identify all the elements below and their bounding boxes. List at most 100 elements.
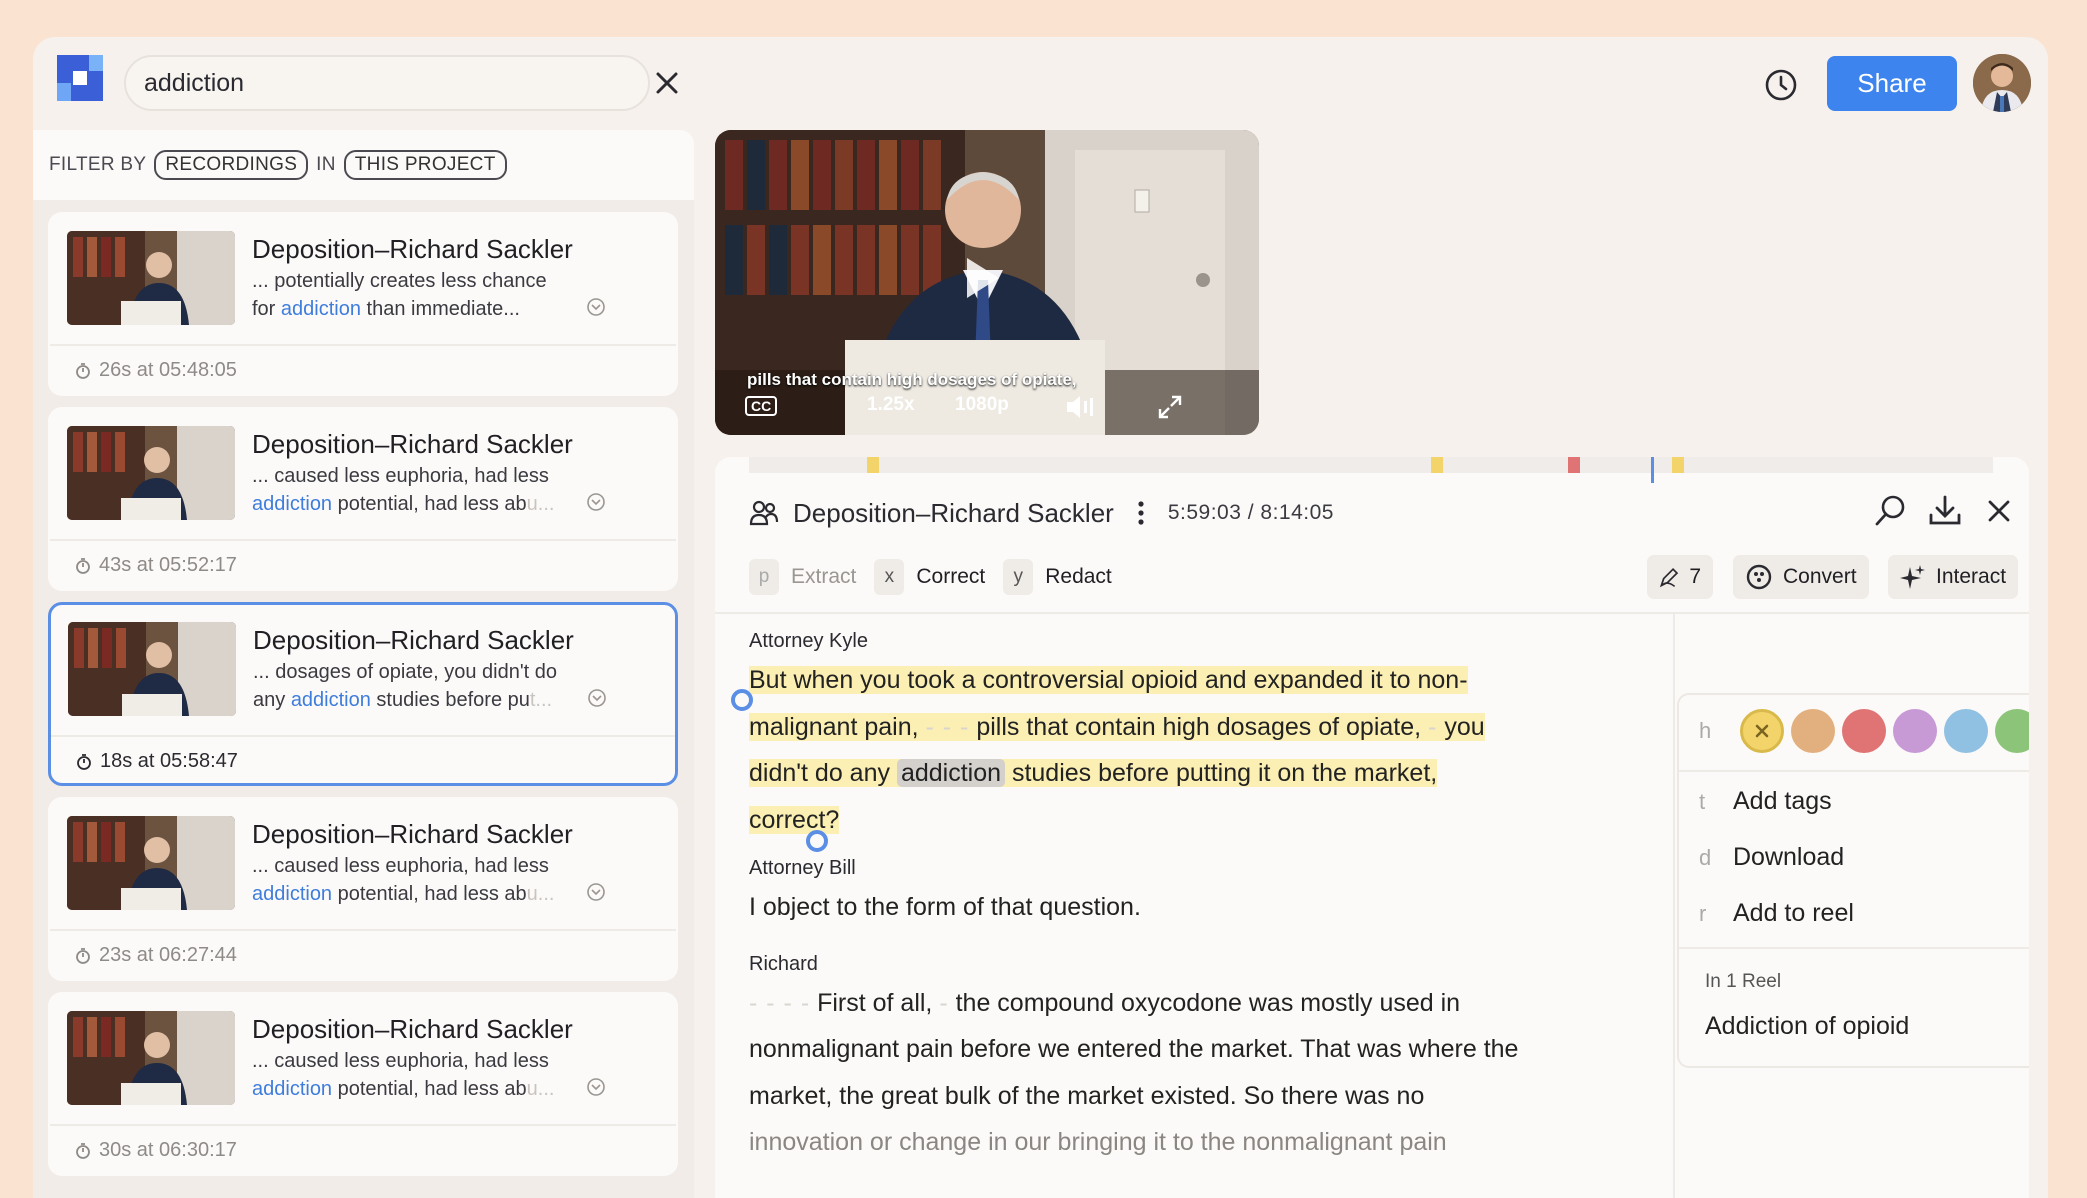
color-swatch[interactable]	[1842, 709, 1886, 753]
pen-icon	[1659, 567, 1679, 588]
convert-label: Convert	[1783, 565, 1857, 588]
captions-button[interactable]: CC	[745, 396, 778, 416]
transcript-body[interactable]: Attorney Kyle But when you took a contro…	[749, 620, 1609, 1166]
snippet-fade: u...	[526, 1078, 555, 1100]
fullscreen-icon[interactable]	[1157, 394, 1183, 420]
transcript-toolbar: p Extract x Correct y Redact	[749, 557, 1112, 597]
divider	[1679, 947, 2029, 949]
close-icon[interactable]	[1981, 493, 2017, 529]
expand-chevron-icon[interactable]	[586, 297, 606, 317]
playback-speed-button[interactable]: 1.25x	[867, 394, 915, 416]
result-title: Deposition–Richard Sackler	[252, 819, 573, 849]
download-menu-item[interactable]: d Download	[1699, 843, 1844, 872]
result-card-selected[interactable]: Deposition–Richard Sackler ... dosages o…	[48, 602, 678, 786]
color-swatch[interactable]	[1791, 709, 1835, 753]
selection-start-handle[interactable]	[731, 689, 753, 711]
filter-label: FILTER BY	[49, 154, 147, 175]
filler-marker: - - - -	[749, 988, 811, 1017]
result-title: Deposition–Richard Sackler	[253, 625, 574, 655]
highlight-color-picker: h	[1699, 709, 2029, 753]
timeline-mark[interactable]	[1430, 457, 1443, 473]
divider	[50, 539, 676, 541]
result-time: 30s at 06:30:17	[75, 1139, 237, 1162]
timeline-mark[interactable]	[1672, 457, 1685, 473]
snippet-line-match: any addiction studies before put...	[253, 686, 573, 714]
result-snippet: ... potentially creates less chance for …	[252, 267, 572, 323]
timeline-mark[interactable]	[1567, 457, 1580, 473]
expand-chevron-icon[interactable]	[586, 1077, 606, 1097]
stopwatch-icon	[76, 1142, 90, 1159]
reel-link[interactable]: Addiction of opioid	[1705, 1012, 1909, 1041]
snippet-line: ... dosages of opiate, you didn't do	[253, 661, 558, 683]
video-thumbnail	[67, 816, 235, 910]
reel-caption: In 1 Reel	[1705, 971, 1782, 992]
speaker-name: Attorney Kyle	[749, 630, 868, 652]
video-player[interactable]: pills that contain high dosages of opiat…	[715, 130, 1259, 435]
add-tags-menu-item[interactable]: t Add tags	[1699, 787, 1832, 816]
transcript-paragraph[interactable]: I object to the form of that question.	[749, 884, 1609, 931]
add-to-reel-menu-item[interactable]: r Add to reel	[1699, 899, 1854, 928]
result-card[interactable]: Deposition–Richard Sackler ... caused le…	[48, 992, 678, 1176]
search-icon[interactable]	[1873, 493, 1909, 529]
text-segment: malignant pain,	[749, 712, 926, 741]
text-segment: the compound oxycodone was mostly used i…	[948, 988, 1461, 1017]
snippet-line: ... caused less euphoria, had less	[252, 855, 549, 877]
result-time-text: 26s at 05:48:05	[99, 359, 237, 381]
timeline-mark[interactable]	[867, 457, 880, 473]
expand-chevron-icon[interactable]	[587, 688, 607, 708]
menu-item-label: Download	[1733, 843, 1845, 871]
more-options-icon[interactable]	[1136, 500, 1146, 526]
result-time-text: 30s at 06:30:17	[99, 1139, 237, 1161]
expand-chevron-icon[interactable]	[586, 882, 606, 902]
snippet-fade: u...	[526, 493, 555, 515]
result-card[interactable]: Deposition–Richard Sackler ... potential…	[48, 212, 678, 396]
clock-icon[interactable]	[1763, 67, 1799, 103]
correct-tool[interactable]: x Correct	[874, 559, 985, 595]
convert-button[interactable]: Convert	[1733, 555, 1869, 599]
app-window: addiction Share FILTER BY RECORDINGS IN …	[33, 37, 2048, 1198]
color-swatch-clear[interactable]	[1740, 709, 1784, 753]
playhead[interactable]	[1651, 457, 1654, 483]
video-subtitle: pills that contain high dosages of opiat…	[747, 370, 1077, 389]
snippet-post: than immediate	[360, 298, 504, 320]
search-match: addiction	[896, 759, 1006, 787]
interact-button[interactable]: Interact	[1888, 555, 2019, 599]
transcript-paragraph-selected[interactable]: But when you took a controversial opioid…	[749, 657, 1609, 843]
transcript-header: Deposition–Richard Sackler 5:59:03 / 8:1…	[749, 493, 1334, 533]
volume-icon[interactable]	[1065, 394, 1095, 420]
menu-item-label: Add tags	[1733, 787, 1832, 815]
transcript-timeline[interactable]	[749, 457, 1993, 483]
transcript-paragraph[interactable]: - - - - First of all, - the compound oxy…	[749, 980, 1609, 1166]
extract-tool[interactable]: p Extract	[749, 559, 856, 595]
snippet-line-match: addiction potential, had less abu...	[252, 1075, 572, 1103]
shortcut-key: y	[1003, 559, 1034, 595]
speaker-name: Richard	[749, 952, 818, 975]
close-icon[interactable]	[651, 67, 683, 99]
edits-button[interactable]: 7	[1647, 555, 1713, 599]
speaker-name: Attorney Bill	[749, 857, 856, 879]
result-title: Deposition–Richard Sackler	[252, 1014, 573, 1044]
expand-chevron-icon[interactable]	[586, 492, 606, 512]
quality-button[interactable]: 1080p	[955, 394, 1009, 416]
result-card[interactable]: Deposition–Richard Sackler ... caused le…	[48, 407, 678, 591]
color-swatch[interactable]	[1995, 709, 2029, 753]
app-logo-icon[interactable]	[57, 55, 103, 101]
avatar[interactable]	[1973, 54, 2031, 112]
search-input[interactable]: addiction	[124, 55, 650, 111]
color-swatch[interactable]	[1944, 709, 1988, 753]
share-button[interactable]: Share	[1827, 56, 1957, 111]
color-swatch[interactable]	[1893, 709, 1937, 753]
divider	[50, 344, 676, 346]
download-icon[interactable]	[1927, 493, 1963, 529]
video-thumbnail	[67, 1011, 235, 1105]
snippet-match: addiction	[252, 1078, 333, 1100]
snippet-line-match: addiction potential, had less abu...	[252, 490, 572, 518]
filter-scope-pill[interactable]: RECORDINGS	[154, 150, 309, 180]
filter-location-pill[interactable]: THIS PROJECT	[343, 150, 507, 180]
playback-time: 5:59:03 / 8:14:05	[1167, 501, 1334, 524]
snippet-match: addiction	[290, 689, 371, 711]
result-card[interactable]: Deposition–Richard Sackler ... caused le…	[48, 797, 678, 981]
stopwatch-icon	[76, 557, 90, 574]
redact-tool[interactable]: y Redact	[1003, 559, 1112, 595]
selection-end-handle[interactable]	[806, 830, 828, 852]
